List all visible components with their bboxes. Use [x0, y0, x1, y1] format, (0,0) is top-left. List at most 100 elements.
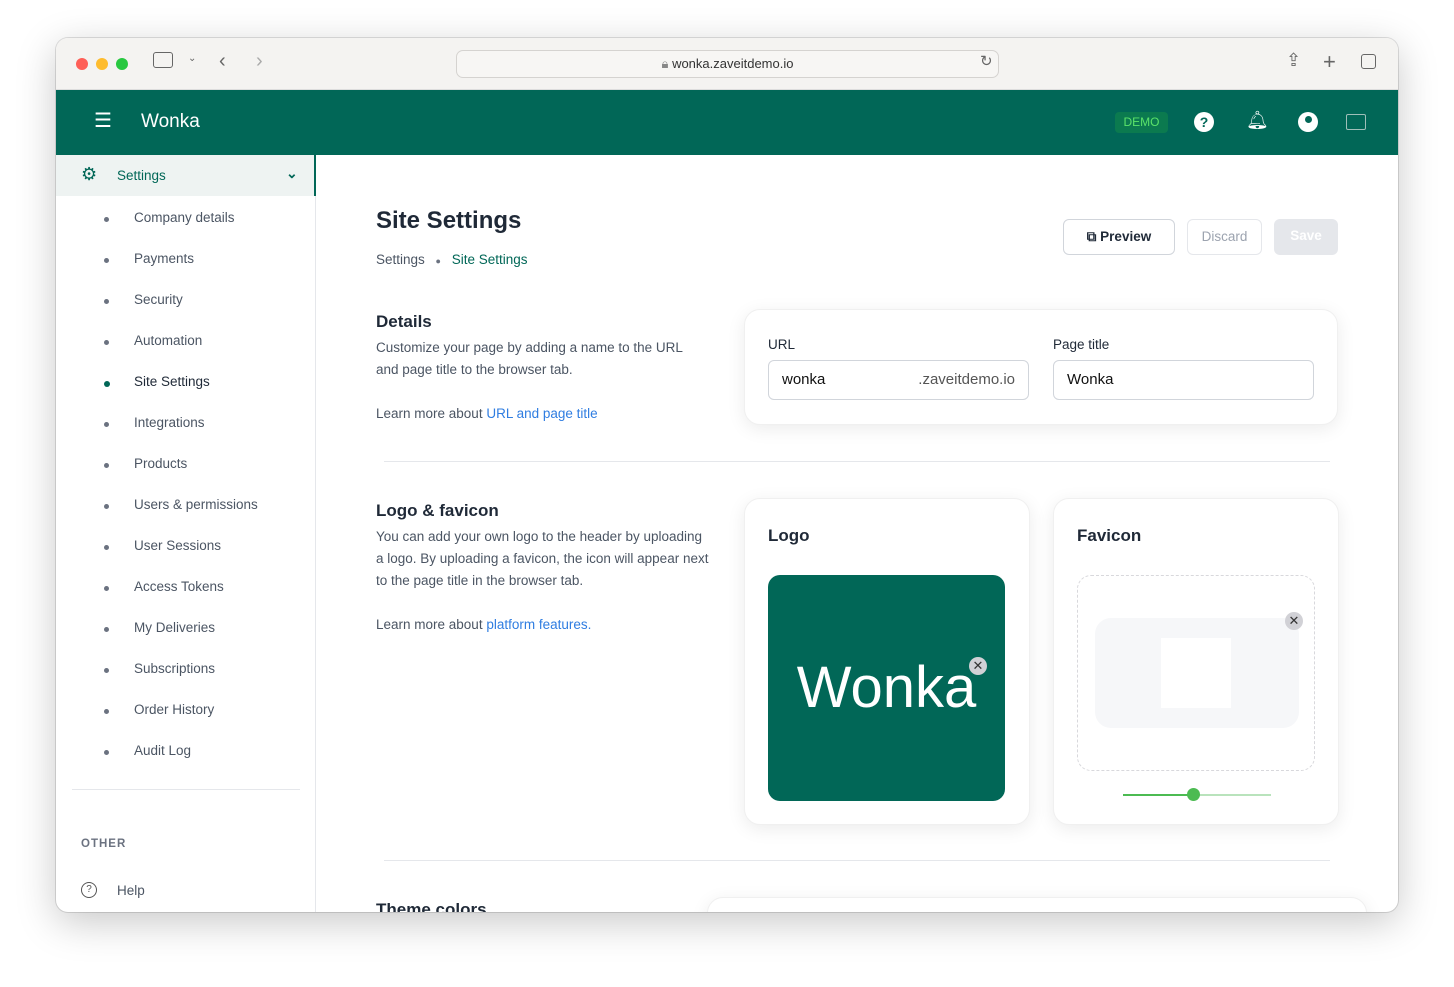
- remove-logo-icon[interactable]: ✕: [969, 657, 987, 675]
- section-divider: [384, 461, 1330, 462]
- sidebar-item-label: Subscriptions: [134, 661, 216, 676]
- bullet-icon: [104, 627, 109, 632]
- remove-favicon-icon[interactable]: ✕: [1285, 612, 1303, 630]
- sidebar-settings-header[interactable]: ⚙ Settings ⌄: [56, 155, 316, 196]
- bullet-icon: [104, 750, 109, 755]
- sidebar-item[interactable]: Access Tokens: [104, 579, 224, 594]
- theme-colors-heading: Theme colors: [376, 900, 487, 912]
- bullet-icon: [104, 504, 109, 509]
- sidebar-item[interactable]: Company details: [104, 210, 235, 225]
- sidebar-item-label: Users & permissions: [134, 497, 258, 512]
- sidebar-item[interactable]: Security: [104, 292, 183, 307]
- chevron-down-icon[interactable]: ⌄: [188, 53, 196, 64]
- platform-features-link[interactable]: platform features.: [486, 617, 591, 632]
- bullet-icon: [104, 381, 110, 387]
- bullet-icon: [104, 340, 109, 345]
- logo-preview[interactable]: Wonka: [768, 575, 1005, 801]
- discard-button[interactable]: Discard: [1187, 219, 1262, 255]
- sidebar-item-label: Order History: [134, 702, 215, 717]
- favicon-image: [1161, 638, 1231, 708]
- chevron-down-icon: ⌄: [286, 165, 298, 181]
- breadcrumb-separator: ●: [435, 256, 441, 266]
- bell-icon[interactable]: 🔔︎: [1246, 110, 1269, 131]
- sidebar-item-label: My Deliveries: [134, 620, 216, 635]
- sidebar-item-label: Products: [134, 456, 188, 471]
- save-button[interactable]: Save: [1274, 219, 1338, 255]
- url-label: URL: [768, 337, 796, 352]
- sidebar-item[interactable]: Products: [104, 456, 188, 471]
- browser-window: ⌄ ‹ › 🔒︎ wonka.zaveitdemo.io ↻ ⇪ + ☰ Won…: [56, 38, 1398, 912]
- sidebar-item-help[interactable]: Help: [117, 883, 145, 898]
- sidebar-item[interactable]: Users & permissions: [104, 497, 258, 512]
- preview-label: Preview: [1100, 229, 1152, 244]
- lock-icon: 🔒︎: [661, 56, 673, 71]
- user-icon[interactable]: [1298, 112, 1318, 132]
- bullet-icon: [104, 545, 109, 550]
- url-input[interactable]: wonka .zaveitdemo.io: [768, 360, 1029, 400]
- forward-icon[interactable]: ›: [256, 50, 263, 73]
- favicon-preview: [1095, 618, 1299, 728]
- sidebar-toggle-icon[interactable]: [153, 52, 173, 68]
- details-description: Customize your page by adding a name to …: [376, 340, 683, 377]
- bullet-icon: [104, 217, 109, 222]
- back-icon[interactable]: ‹: [219, 50, 226, 73]
- theme-colors-card: [707, 897, 1367, 912]
- other-heading: OTHER: [81, 838, 127, 850]
- favicon-zoom-slider[interactable]: [1123, 788, 1271, 801]
- page-title-input[interactable]: Wonka: [1053, 360, 1314, 400]
- main-content: Site Settings Settings ● Site Settings ⧉…: [317, 155, 1398, 912]
- sidebar-item[interactable]: Payments: [104, 251, 194, 266]
- demo-badge: DEMO: [1115, 112, 1168, 133]
- bullet-icon: [104, 422, 109, 427]
- share-icon[interactable]: ⇪: [1286, 50, 1301, 71]
- logo-card: Logo Wonka ✕: [744, 498, 1030, 825]
- minimize-window-button[interactable]: [96, 58, 108, 70]
- favicon-dropzone[interactable]: ✕: [1077, 575, 1315, 771]
- details-heading: Details: [376, 312, 432, 331]
- bullet-icon: [104, 586, 109, 591]
- bullet-icon: [104, 463, 109, 468]
- details-card: URL wonka .zaveitdemo.io Page title Wonka: [744, 309, 1338, 425]
- new-tab-icon[interactable]: +: [1323, 49, 1336, 75]
- url-text: wonka.zaveitdemo.io: [672, 56, 794, 71]
- bullet-icon: [104, 709, 109, 714]
- sidebar-item[interactable]: Order History: [104, 702, 215, 717]
- favicon-card: Favicon ✕: [1053, 498, 1339, 825]
- sidebar-item[interactable]: Integrations: [104, 415, 205, 430]
- reload-icon[interactable]: ↻: [980, 52, 993, 70]
- help-icon[interactable]: ?: [1194, 112, 1214, 132]
- panel-toggle-icon[interactable]: [1346, 114, 1366, 130]
- external-link-icon: ⧉: [1086, 229, 1101, 244]
- logo-description: You can add your own logo to the header …: [376, 529, 709, 588]
- sidebar-item[interactable]: User Sessions: [104, 538, 222, 553]
- breadcrumb-settings[interactable]: Settings: [376, 252, 425, 267]
- menu-icon[interactable]: ☰: [94, 111, 112, 131]
- address-bar[interactable]: 🔒︎ wonka.zaveitdemo.io: [456, 50, 999, 78]
- sidebar-item-label: Access Tokens: [134, 579, 224, 594]
- logo-favicon-heading: Logo & favicon: [376, 501, 499, 520]
- sidebar: ⚙ Settings ⌄ Company details Payments Secu…: [56, 155, 316, 912]
- sidebar-item[interactable]: Site Settings: [104, 374, 210, 389]
- sidebar-item[interactable]: Subscriptions: [104, 661, 216, 676]
- sidebar-item-label: User Sessions: [134, 538, 222, 553]
- gear-icon: ⚙: [81, 164, 98, 184]
- app-name[interactable]: Wonka: [141, 111, 200, 133]
- url-page-title-link[interactable]: URL and page title: [486, 406, 597, 421]
- sidebar-item-label: Company details: [134, 210, 235, 225]
- section-divider: [384, 860, 1330, 861]
- sidebar-item[interactable]: My Deliveries: [104, 620, 216, 635]
- logo-text: Wonka: [796, 655, 977, 720]
- bullet-icon: [104, 668, 109, 673]
- app-header: ☰ Wonka DEMO ? 🔔︎: [56, 90, 1398, 155]
- maximize-window-button[interactable]: [116, 58, 128, 70]
- sidebar-item[interactable]: Automation: [104, 333, 202, 348]
- sidebar-item-label: Site Settings: [134, 374, 210, 389]
- page-title-label: Page title: [1053, 337, 1110, 352]
- learn-prefix: Learn more about: [376, 406, 487, 421]
- tabs-overview-icon[interactable]: [1361, 54, 1376, 69]
- preview-button[interactable]: ⧉ Preview: [1063, 219, 1175, 255]
- sidebar-item[interactable]: Audit Log: [104, 743, 191, 758]
- close-window-button[interactable]: [76, 58, 88, 70]
- url-value: wonka: [782, 371, 826, 388]
- slider-handle[interactable]: [1186, 788, 1200, 801]
